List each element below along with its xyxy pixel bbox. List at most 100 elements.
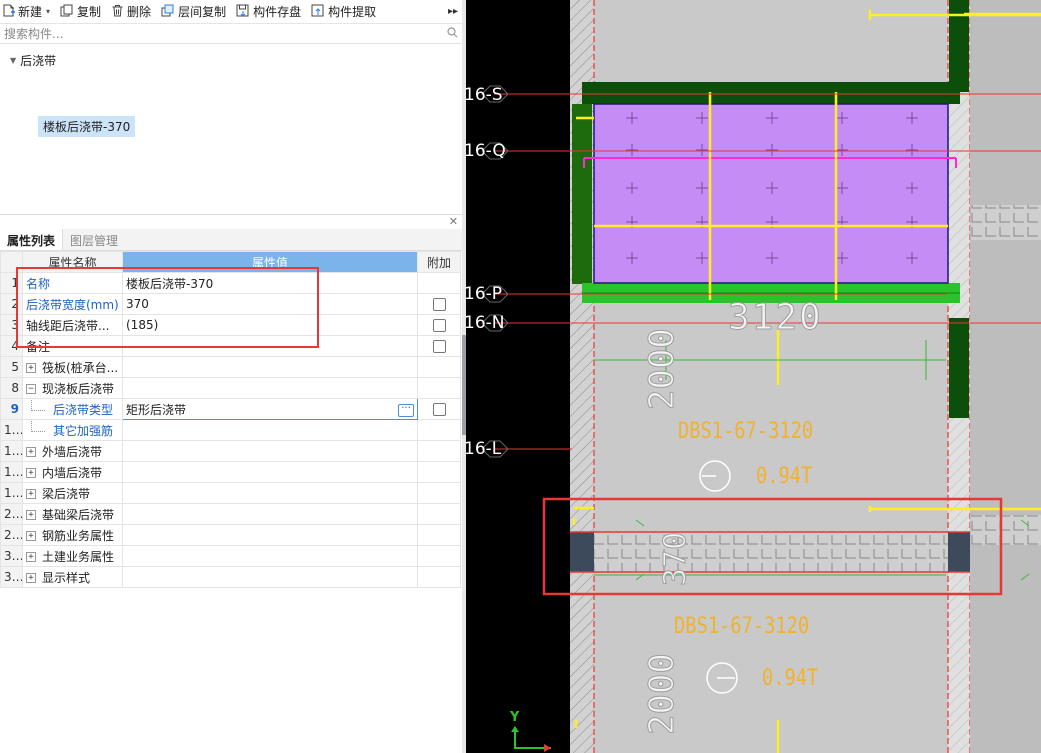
row-number: 14 [0,461,23,483]
property-value[interactable] [122,419,418,441]
extra-checkbox[interactable] [432,340,446,353]
table-row[interactable]: 9 后浇带类型 矩形后浇带 ··· [0,398,461,420]
tab-property-list[interactable]: 属性列表 [0,229,64,250]
extra-checkbox[interactable] [432,319,446,332]
property-extra [417,314,461,336]
post-cast-strip[interactable] [570,532,970,572]
property-group[interactable]: + 钢筋业务属性 [22,524,123,546]
property-extra [417,398,461,420]
row-number: 23 [0,503,23,525]
table-row[interactable]: 8 − 现浇板后浇带 [0,377,461,399]
property-name: 其它加强筋 [53,423,114,438]
row-number: 38 [0,566,23,588]
property-extra [417,419,461,441]
property-value [122,440,418,462]
ucs-y-label: Y [510,710,520,725]
property-extra [417,461,461,483]
property-group[interactable]: + 筏板(桩承台... [22,356,123,378]
component-extract-button[interactable]: 构件提取 [311,3,376,20]
tab-layer-management[interactable]: 图层管理 [63,229,125,250]
property-value-editor[interactable]: 矩形后浇带 ··· [122,398,418,420]
component-extract-label: 构件提取 [328,5,377,19]
new-button[interactable]: 新建 ▾ [2,3,50,20]
property-group[interactable]: + 梁后浇带 [22,482,123,504]
panel-splitter[interactable]: ✕ [0,214,462,228]
expand-icon[interactable]: + [26,489,36,499]
delete-button-label: 删除 [127,5,152,19]
property-group[interactable]: + 土建业务属性 [22,545,123,567]
chevron-down-icon[interactable]: ▾ [46,7,50,16]
dimension-3120: 3120 [728,297,823,339]
tree-node-slab-strip[interactable]: 楼板后浇带-370 [38,116,136,137]
property-group[interactable]: + 显示样式 [22,566,123,588]
wall-band-top [582,82,960,104]
table-row[interactable]: 38 + 显示样式 [0,566,461,588]
table-row[interactable]: 23 + 基础梁后浇带 [0,503,461,525]
component-save-button[interactable]: 构件存盘 [236,3,301,20]
ucs-axis-icon [511,726,551,752]
copy-button[interactable]: 复制 [60,3,101,20]
expand-icon[interactable]: + [26,468,36,478]
new-button-label: 新建 [18,5,43,19]
row-number: 17 [0,482,23,504]
dimension-370: 370 [658,531,694,586]
component-toolbar: 新建 ▾ 复制 删除 层间复制 构件存盘 构件提取 ▸▸ [0,0,462,24]
property-group[interactable]: − 现浇板后浇带 [22,377,123,399]
chevron-down-icon[interactable]: ▼ [10,56,16,65]
table-row[interactable]: 17 + 梁后浇带 [0,482,461,504]
axis-label-16l: 16-L [466,439,502,459]
expand-icon[interactable]: + [26,573,36,583]
property-extra [417,545,461,567]
property-value [122,356,418,378]
toolbar-overflow-icon[interactable]: ▸▸ [448,6,458,17]
table-row[interactable]: 34 + 土建业务属性 [0,545,461,567]
property-value [122,503,418,525]
copy-button-label: 复制 [77,5,102,19]
grid-header-extra: 附加 [417,251,461,273]
close-icon[interactable]: ✕ [449,215,458,228]
property-group[interactable]: + 外墙后浇带 [22,440,123,462]
property-value: 矩形后浇带 [126,402,187,417]
extra-checkbox[interactable] [432,298,446,311]
property-extra [417,440,461,462]
property-group[interactable]: + 基础梁后浇带 [22,503,123,525]
property-name: 现浇板后浇带 [42,381,115,396]
tree-line [31,399,45,411]
row-number: 10 [0,419,23,441]
floor-copy-button[interactable]: 层间复制 [161,3,226,20]
expand-icon[interactable]: + [26,447,36,457]
slab-weight-lower: 0.94T [762,666,819,691]
delete-button[interactable]: 删除 [111,3,151,20]
property-value [122,524,418,546]
expand-icon[interactable]: + [26,363,36,373]
drawing-canvas[interactable]: 16-S 16-Q 16-P 16-N 16-L 3120 2000 2000 … [466,0,1041,753]
search-icon[interactable] [447,26,458,41]
cad-drawing[interactable] [466,0,1041,753]
tree-line [31,420,45,432]
expand-icon[interactable]: + [26,552,36,562]
collapse-icon[interactable]: − [26,384,36,394]
component-panel: 新建 ▾ 复制 删除 层间复制 构件存盘 构件提取 ▸▸ 搜索构件... ▼ 后… [0,0,462,753]
slab-label-lower: DBS1-67-3120 [674,614,810,639]
expand-icon[interactable]: + [26,510,36,520]
axis-label-16q: 16-Q [466,141,506,161]
table-row[interactable]: 29 + 钢筋业务属性 [0,524,461,546]
property-extra [417,356,461,378]
search-input[interactable]: 搜索构件... [4,25,447,42]
property-tabs: 属性列表 图层管理 [0,229,462,251]
tree-node-label: 后浇带 [20,54,57,68]
tree-node-post-cast-strip[interactable]: ▼ 后浇带 [10,52,56,69]
property-name: 基础梁后浇带 [42,507,115,522]
ellipsis-icon[interactable]: ··· [398,403,414,417]
component-search-box[interactable]: 搜索构件... [0,24,462,44]
extra-checkbox[interactable] [432,403,446,416]
table-row[interactable]: 14 + 内墙后浇带 [0,461,461,483]
table-row[interactable]: 10 其它加强筋 [0,419,461,441]
property-group[interactable]: + 内墙后浇带 [22,461,123,483]
property-name: 显示样式 [42,570,91,585]
table-row[interactable]: 5 + 筏板(桩承台... [0,356,461,378]
property-child: 后浇带类型 [22,398,123,420]
expand-icon[interactable]: + [26,531,36,541]
property-value [122,377,418,399]
table-row[interactable]: 11 + 外墙后浇带 [0,440,461,462]
